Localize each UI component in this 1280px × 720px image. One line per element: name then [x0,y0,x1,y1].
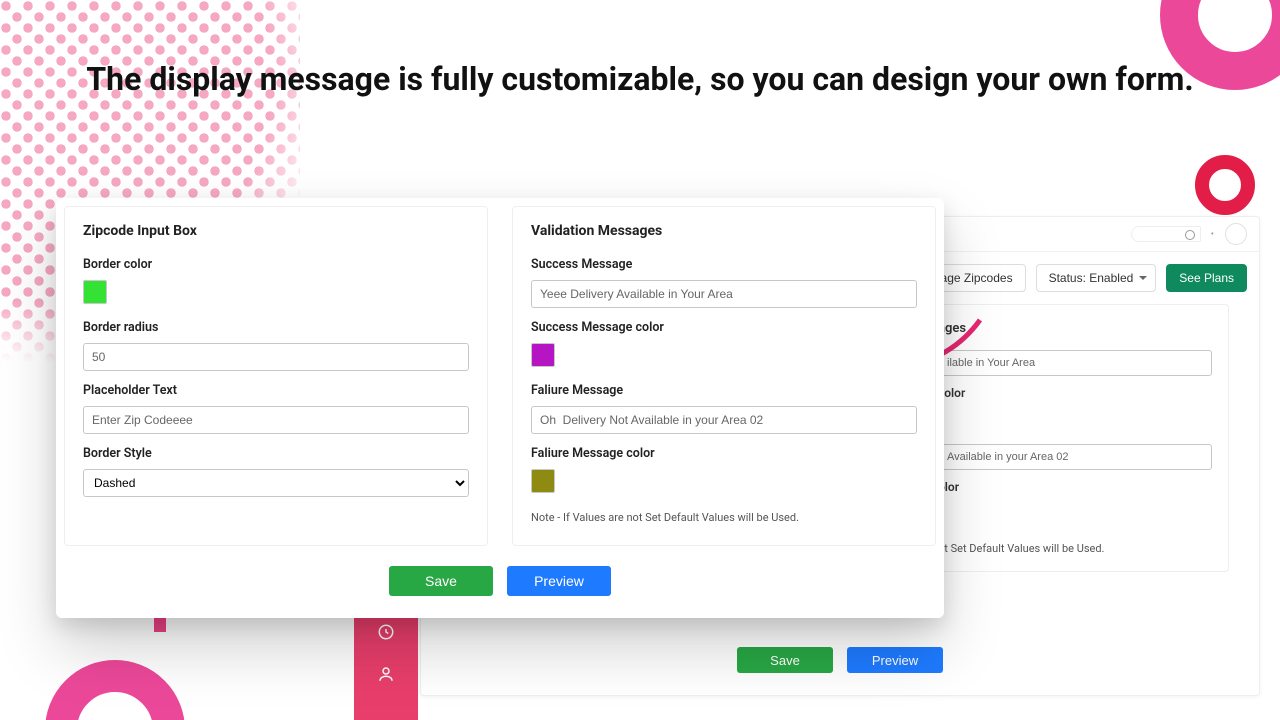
zipcode-card-title: Zipcode Input Box [83,223,469,239]
avatar[interactable] [1225,223,1247,245]
app-sidebar-strip [354,615,418,720]
bg-failure-color-label: olor [938,480,1212,494]
bg-note: ot Set Default Values will be Used. [938,542,1212,555]
success-message-label: Success Message [531,257,917,272]
bg-success-color-label: color [938,386,1212,400]
bg-save-button[interactable]: Save [737,647,833,673]
status-dropdown[interactable]: Status: Enabled [1036,264,1157,292]
background-card-title: ages [938,321,1212,336]
decorative-ring-bottom-left [45,660,185,720]
user-icon[interactable] [377,665,395,687]
placeholder-text-label: Placeholder Text [83,383,469,398]
bg-failure-input[interactable] [938,444,1212,470]
validation-note: Note - If Values are not Set Default Val… [531,511,917,524]
border-radius-label: Border radius [83,320,469,335]
border-style-select[interactable]: Dashed [83,469,469,497]
success-color-label: Success Message color [531,320,917,335]
see-plans-button[interactable]: See Plans [1166,264,1247,292]
background-action-row: Save Preview [421,647,1259,673]
bg-preview-button[interactable]: Preview [847,647,943,673]
failure-message-input[interactable] [531,406,917,434]
front-action-row: Save Preview [64,566,936,596]
decorative-ring-middle-right [1195,155,1255,215]
border-color-swatch[interactable] [83,280,107,304]
validation-messages-card: Validation Messages Success Message Succ… [512,206,936,546]
placeholder-text-input[interactable] [83,406,469,434]
failure-color-label: Faliure Message color [531,446,917,461]
background-validation-card: ages color olor ot Set Default Values wi… [921,304,1229,572]
failure-color-swatch[interactable] [531,469,555,493]
validation-card-title: Validation Messages [531,223,917,239]
search-input-stub[interactable] [1131,226,1201,242]
success-color-swatch[interactable] [531,343,555,367]
preview-button[interactable]: Preview [507,566,611,596]
clock-icon[interactable] [377,623,395,645]
border-color-label: Border color [83,257,469,272]
success-message-input[interactable] [531,280,917,308]
failure-message-label: Faliure Message [531,383,917,398]
save-button[interactable]: Save [389,566,493,596]
zipcode-input-card: Zipcode Input Box Border color Border ra… [64,206,488,546]
border-style-label: Border Style [83,446,469,461]
page-headline: The display message is fully customizabl… [0,58,1280,101]
kebab-icon[interactable]: • [1211,229,1215,240]
foreground-settings-panel: Zipcode Input Box Border color Border ra… [56,198,944,618]
bg-success-input[interactable] [938,350,1212,376]
border-radius-input[interactable] [83,343,469,371]
